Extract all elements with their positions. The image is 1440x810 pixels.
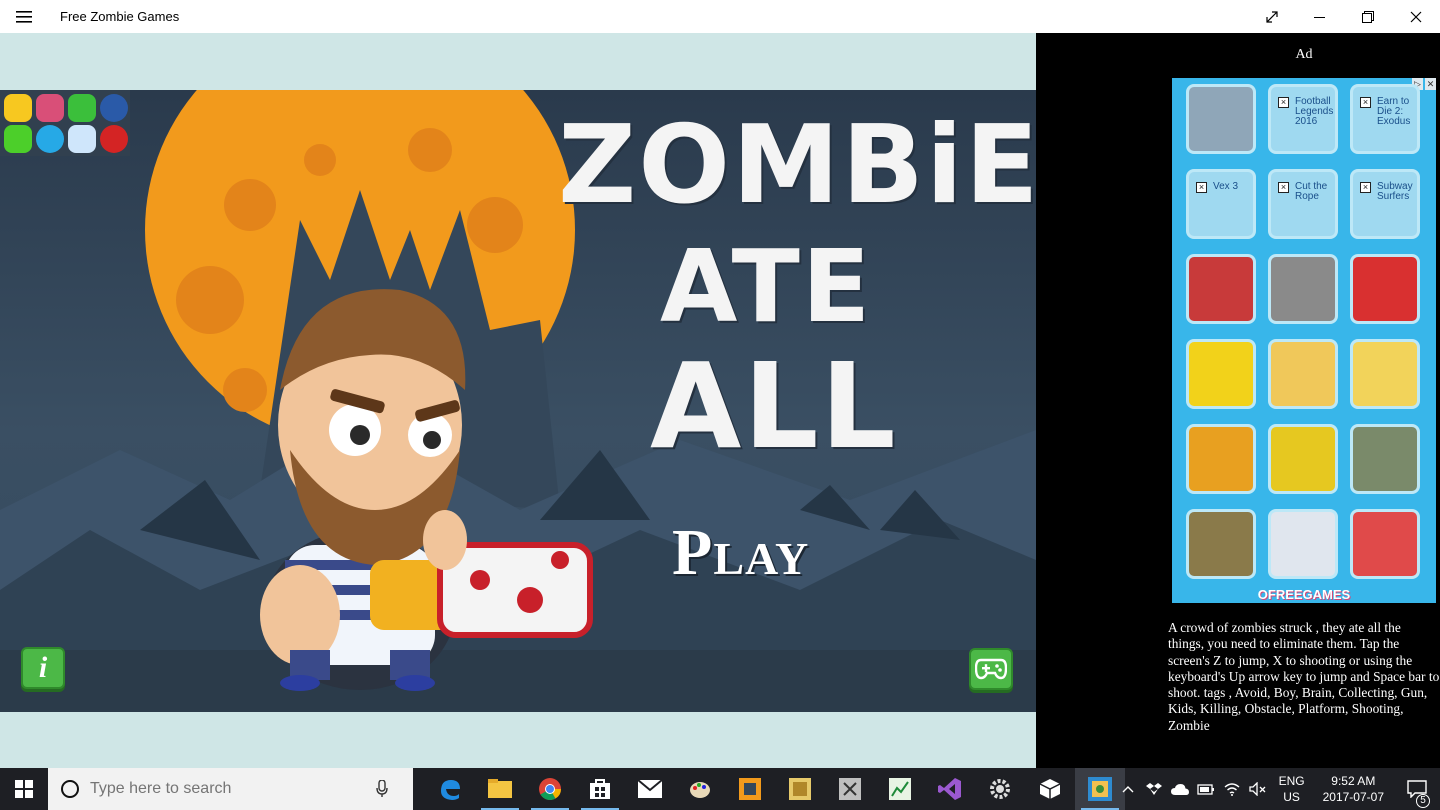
fullscreen-icon[interactable] — [1248, 0, 1296, 33]
red-bomb-gem-icon — [100, 125, 128, 153]
ad-tile-label: Football Legends 2016 — [1295, 96, 1334, 127]
broken-image-icon: × — [1360, 182, 1371, 193]
package-icon[interactable] — [1025, 768, 1075, 810]
ad-tile-label: Vex 3 — [1213, 181, 1239, 192]
ad-game-thumbnail[interactable] — [1350, 339, 1420, 409]
minimize-button[interactable] — [1296, 0, 1344, 33]
ad-game-thumbnail[interactable] — [1268, 509, 1338, 579]
file-explorer-icon[interactable] — [475, 768, 525, 810]
language-indicator[interactable]: ENG US — [1279, 773, 1305, 805]
search-input[interactable] — [90, 780, 370, 798]
visual-studio-icon[interactable] — [925, 768, 975, 810]
ad-tile-label: Earn to Die 2: Exodus — [1377, 96, 1411, 127]
notepad-app-icon[interactable] — [775, 768, 825, 810]
window-title: Free Zombie Games — [60, 9, 180, 24]
cortana-icon — [61, 780, 79, 798]
battery-icon[interactable] — [1193, 783, 1219, 795]
mail-icon[interactable] — [625, 768, 675, 810]
ad-game-thumbnail[interactable] — [1350, 254, 1420, 324]
green-gem-icon — [68, 94, 96, 122]
ad-game-thumbnail[interactable] — [1186, 254, 1256, 324]
play-button[interactable]: Play — [672, 515, 809, 591]
volume-muted-icon[interactable] — [1245, 782, 1271, 796]
store-icon[interactable] — [575, 768, 625, 810]
broken-image-icon: × — [1278, 182, 1289, 193]
ad-banner[interactable]: ▷ ✕ × Football Legends 2016 × Earn to Die 2… — [1172, 78, 1436, 603]
windows-icon — [15, 780, 33, 798]
ad-brand-logo: OFREEGAMES — [1257, 587, 1351, 602]
notification-count: 5 — [1416, 794, 1430, 808]
ad-close-icon[interactable]: ✕ — [1425, 78, 1436, 90]
game-app-icon[interactable] — [725, 768, 775, 810]
dropbox-icon[interactable] — [1141, 782, 1167, 796]
taskbar-search[interactable] — [48, 768, 413, 810]
taskbar: ENG US 9:52 AM 2017-07-07 5 — [0, 768, 1440, 810]
ad-game-thumbnail[interactable] — [1268, 424, 1338, 494]
broken-image-icon: × — [1360, 97, 1371, 108]
ad-game-tile[interactable]: × Subway Surfers — [1350, 169, 1420, 239]
more-games-button[interactable] — [969, 648, 1013, 690]
ad-label: Ad — [1295, 47, 1313, 62]
ad-game-thumbnail[interactable] — [1186, 509, 1256, 579]
game-canvas[interactable]: ZOMBiES ATE ALL Play i — [0, 90, 1036, 712]
ad-game-thumbnail[interactable] — [1186, 339, 1256, 409]
clock-date: 2017-07-07 — [1322, 790, 1384, 804]
broken-image-icon: × — [1278, 97, 1289, 108]
close-button[interactable] — [1392, 0, 1440, 33]
onedrive-icon[interactable] — [1167, 783, 1193, 795]
action-center-icon[interactable]: 5 — [1394, 780, 1440, 808]
info-icon: i — [38, 651, 48, 684]
chrome-icon[interactable] — [525, 768, 575, 810]
game-title-line3: ALL — [650, 337, 898, 475]
ad-game-tile[interactable]: × Vex 3 — [1186, 169, 1256, 239]
clock-time: 9:52 AM — [1331, 774, 1376, 788]
game-container: ZOMBiES ATE ALL Play i — [0, 33, 1036, 768]
yellow-gem-icon — [4, 94, 32, 122]
game-title-line1: ZOMBiES — [558, 103, 1036, 228]
ad-panel: Ad ▷ ✕ × Football Legends 2016 × Earn to Di… — [1036, 33, 1440, 768]
bomb-gem-icon — [100, 94, 128, 122]
region-code: US — [1283, 790, 1300, 804]
wifi-icon[interactable] — [1219, 782, 1245, 796]
ad-tile-label: Cut the Rope — [1295, 181, 1328, 202]
paint-icon[interactable] — [675, 768, 725, 810]
broken-image-icon: × — [1196, 182, 1207, 193]
blue-gem-icon — [36, 125, 64, 153]
microphone-icon[interactable] — [376, 780, 388, 798]
language-code: ENG — [1278, 774, 1305, 788]
ad-game-thumbnail[interactable] — [1186, 84, 1256, 154]
ad-game-thumbnail[interactable] — [1268, 339, 1338, 409]
lime-gem-icon — [4, 125, 32, 153]
info-button[interactable]: i — [21, 647, 65, 689]
gem-inventory — [0, 90, 130, 156]
ad-game-thumbnail[interactable] — [1350, 509, 1420, 579]
ad-game-thumbnail[interactable] — [1186, 424, 1256, 494]
ad-game-thumbnail[interactable] — [1268, 254, 1338, 324]
ad-game-tile[interactable]: × Cut the Rope — [1268, 169, 1338, 239]
clock[interactable]: 9:52 AM 2017-07-07 — [1323, 773, 1384, 805]
gamepad-icon — [975, 658, 1007, 680]
restore-button[interactable] — [1344, 0, 1392, 33]
diamond-gem-icon — [68, 125, 96, 153]
ad-game-thumbnail[interactable] — [1350, 424, 1420, 494]
chevron-up-icon[interactable] — [1115, 785, 1141, 793]
edge-icon[interactable] — [425, 768, 475, 810]
ad-game-tile[interactable]: × Earn to Die 2: Exodus — [1350, 84, 1420, 154]
system-tray: ENG US 9:52 AM 2017-07-07 5 — [1115, 768, 1440, 810]
ad-game-tile[interactable]: × Football Legends 2016 — [1268, 84, 1338, 154]
spreadsheet-app-icon[interactable] — [875, 768, 925, 810]
ad-tile-label: Subway Surfers — [1377, 181, 1413, 202]
title-bar: Free Zombie Games — [0, 0, 1440, 33]
close-window-app-icon[interactable] — [825, 768, 875, 810]
start-button[interactable] — [0, 768, 48, 810]
menu-icon[interactable] — [0, 0, 48, 33]
game-description: A crowd of zombies struck , they ate all… — [1168, 620, 1440, 733]
game-title-line2: ATE — [660, 228, 873, 345]
settings-icon[interactable] — [975, 768, 1025, 810]
potion-gem-icon — [36, 94, 64, 122]
